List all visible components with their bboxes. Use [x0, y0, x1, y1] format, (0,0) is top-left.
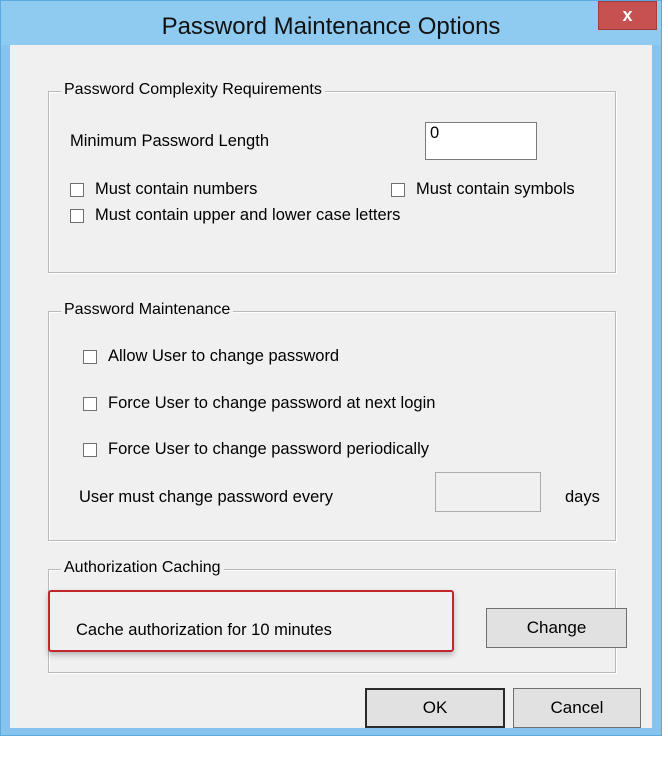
must-numbers-checkbox[interactable] — [70, 183, 84, 197]
close-icon: x — [622, 5, 633, 25]
cancel-button-label: Cancel — [550, 698, 604, 717]
change-button-label: Change — [526, 618, 587, 637]
allow-change-checkbox[interactable] — [83, 350, 97, 364]
maintenance-group-legend: Password Maintenance — [61, 301, 234, 319]
must-case-checkbox[interactable] — [70, 209, 84, 223]
complexity-group: Password Complexity Requirements Minimum… — [48, 81, 616, 273]
min-length-input[interactable]: 0 — [425, 122, 537, 160]
must-symbols-checkbox[interactable] — [391, 183, 405, 197]
caching-group-legend: Authorization Caching — [61, 559, 224, 577]
force-periodically-label[interactable]: Force User to change password periodical… — [108, 440, 429, 459]
must-numbers-label[interactable]: Must contain numbers — [95, 180, 257, 199]
close-button[interactable]: x — [598, 1, 657, 30]
dialog-title: Password Maintenance Options — [161, 13, 501, 40]
force-next-login-checkbox[interactable] — [83, 397, 97, 411]
ok-button[interactable]: OK — [365, 688, 505, 728]
complexity-group-legend: Password Complexity Requirements — [61, 81, 325, 99]
force-periodically-checkbox[interactable] — [83, 443, 97, 457]
title-bar[interactable]: Password Maintenance Options — [1, 1, 661, 45]
allow-change-label[interactable]: Allow User to change password — [108, 347, 339, 366]
force-next-login-label[interactable]: Force User to change password at next lo… — [108, 394, 435, 413]
maintenance-group: Password Maintenance Allow User to chang… — [48, 301, 616, 541]
annotation-highlight-box — [48, 590, 454, 652]
cancel-button[interactable]: Cancel — [513, 688, 641, 728]
change-button[interactable]: Change — [486, 608, 627, 648]
must-symbols-label[interactable]: Must contain symbols — [416, 180, 575, 199]
change-every-days-input[interactable] — [435, 472, 541, 512]
min-length-label: Minimum Password Length — [70, 132, 269, 150]
days-label: days — [565, 488, 600, 506]
must-case-label[interactable]: Must contain upper and lower case letter… — [95, 206, 400, 225]
change-every-label: User must change password every — [79, 488, 334, 506]
ok-button-label: OK — [422, 698, 448, 717]
